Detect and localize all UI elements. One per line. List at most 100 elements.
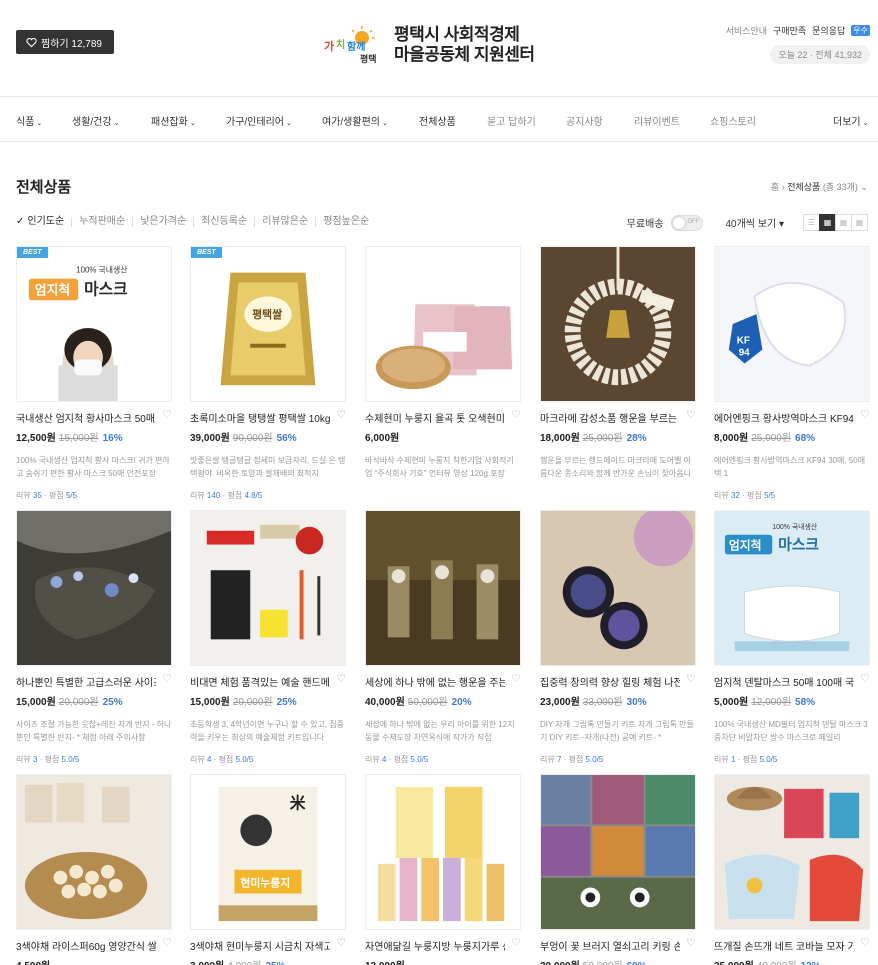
- product-thumbnail[interactable]: [365, 510, 521, 666]
- list-view-icon[interactable]: ☰: [803, 214, 820, 231]
- sort-rating[interactable]: 평점높은순: [315, 217, 376, 227]
- sort-sales[interactable]: 누적판매순: [71, 217, 132, 227]
- product-name[interactable]: 엄지척 덴탈마스크 50매 100매 국내생산: [714, 674, 854, 689]
- product-card[interactable]: BEST 100% 국내생산엄지척 마스크국내생산 엄지척 황사마스크 50매 KF…: [16, 246, 172, 501]
- product-card[interactable]: 米 현미누룽지 3색야채 현미누룽지 시금치 자색고구마 당근 ♡ 3,000원4,00…: [190, 774, 346, 965]
- heart-icon[interactable]: ♡: [860, 410, 870, 425]
- product-card[interactable]: 3색야채 라이스퍼60g 영양간식 쌀과자 ♡ 4,500원: [16, 774, 172, 965]
- heart-icon[interactable]: ♡: [686, 938, 696, 953]
- product-thumbnail[interactable]: KF 94: [714, 246, 870, 402]
- product-thumbnail[interactable]: [540, 246, 696, 402]
- heart-icon[interactable]: ♡: [162, 674, 172, 689]
- product-name[interactable]: 자연애닮길 누룽지방 누룽지가루 선물세트: [365, 938, 505, 953]
- product-card[interactable]: 집중력 창의력 향상 힐링 체험 나전칠기 자개 ♡ 23,000원33,000원3…: [540, 510, 696, 765]
- nav-item-leisure[interactable]: 여가/생활편의 ⌄: [322, 113, 388, 128]
- nav-item-furniture[interactable]: 가구/인테리어 ⌄: [226, 113, 292, 128]
- product-price: 23,000원: [540, 697, 580, 708]
- favorite-button[interactable]: 찜하기 12,789: [16, 30, 114, 54]
- heart-icon[interactable]: ♡: [686, 674, 696, 689]
- nav-item-notice[interactable]: 공지사항: [566, 113, 603, 128]
- product-name[interactable]: 국내생산 엄지척 황사마스크 50매 KF80: [16, 410, 156, 425]
- product-thumbnail[interactable]: [16, 510, 172, 666]
- store-logo[interactable]: 가 치 함께 평택 평택시 사회적경제 마을공동체 지원센터: [322, 24, 535, 66]
- product-name[interactable]: 에어엔핑크 황사방역마스크 KF94 30매: [714, 410, 854, 425]
- product-card[interactable]: 비대면 체험 품격있는 예술 핸드메이드 도장 ♡ 15,000원20,000원25…: [190, 510, 346, 765]
- product-name[interactable]: 마크라메 감성소품 행운을 부르는 종: [540, 410, 680, 425]
- service-link[interactable]: 서비스안내: [726, 24, 767, 37]
- product-card[interactable]: 100% 국내생산엄지척 마스크엄지척 덴탈마스크 50매 100매 국내생산 ♡ 5…: [714, 510, 870, 765]
- review-count: 140: [206, 491, 221, 500]
- product-thumbnail[interactable]: [714, 774, 870, 930]
- review-count: 4: [381, 755, 387, 764]
- heart-icon[interactable]: ♡: [336, 674, 346, 689]
- satisfaction-link[interactable]: 구매만족: [773, 24, 806, 37]
- per-page-select[interactable]: 40개씩 보기 ▾: [725, 215, 784, 230]
- heart-icon[interactable]: ♡: [511, 674, 521, 689]
- product-thumbnail[interactable]: [540, 774, 696, 930]
- product-card[interactable]: 세상에 하나 밖에 없는 행운을 주는 도장 ♡ 40,000원50,000원20%…: [365, 510, 521, 765]
- sort-low-price[interactable]: 낮은가격순: [132, 217, 193, 227]
- chevron-down-icon: ⌄: [36, 120, 43, 127]
- nav-item-all-products[interactable]: 전체상품: [419, 113, 456, 128]
- breadcrumb-home[interactable]: 홈: [771, 182, 779, 192]
- nav-item-living[interactable]: 생활/건강 ⌄: [72, 113, 119, 128]
- grid-2-view-icon[interactable]: ▦: [819, 214, 836, 231]
- grade-badge: 우수: [851, 25, 870, 36]
- product-card[interactable]: 자연애닮길 누룽지방 누룽지가루 선물세트 ♡ 12,000원: [365, 774, 521, 965]
- product-name[interactable]: 부엉이 꽃 브러지 열쇠고리 키링 손뜨개: [540, 938, 680, 953]
- nav-item-qna[interactable]: 묻고 답하기: [487, 113, 536, 128]
- product-price: 18,000원: [540, 433, 580, 444]
- heart-icon[interactable]: ♡: [860, 674, 870, 689]
- nav-item-fashion[interactable]: 패션잡화 ⌄: [151, 113, 196, 128]
- product-card[interactable]: 하나뿐인 특별한 고급스러운 사이즈 조절 반지 ♡ 15,000원20,000원2…: [16, 510, 172, 765]
- product-thumbnail[interactable]: [190, 510, 346, 666]
- product-thumbnail[interactable]: 100% 국내생산 엄지척 마스크: [714, 510, 870, 666]
- heart-icon[interactable]: ♡: [860, 938, 870, 953]
- product-thumbnail[interactable]: [16, 774, 172, 930]
- product-name[interactable]: 초록미소마을 탱탱쌀 평택쌀 10kg 2022년산: [190, 410, 330, 425]
- product-card[interactable]: KF94 에어엔핑크 황사방역마스크 KF94 30매 ♡ 8,000원25,000원…: [714, 246, 870, 501]
- nav-item-shopping-story[interactable]: 쇼핑스토리: [710, 113, 756, 128]
- best-badge: BEST: [191, 247, 222, 258]
- product-name[interactable]: 하나뿐인 특별한 고급스러운 사이즈 조절 반지: [16, 674, 156, 689]
- chevron-down-icon[interactable]: ⌄: [860, 182, 868, 192]
- product-thumbnail[interactable]: BEST 평택쌀: [190, 246, 346, 402]
- product-card[interactable]: 수제현미 누룽지 율곡 톳 오색현미 120g ♡ 6,000원바삭바삭 수제현미 …: [365, 246, 521, 480]
- product-name[interactable]: 뜨개질 손뜨개 네트 코바늘 모자 가방 세트: [714, 938, 854, 953]
- product-name[interactable]: 수제현미 누룽지 율곡 톳 오색현미 120g: [365, 410, 505, 425]
- grid-3-view-icon[interactable]: ▦: [835, 214, 852, 231]
- sort-reviews[interactable]: 리뷰많은순: [254, 217, 315, 227]
- heart-icon[interactable]: ♡: [511, 938, 521, 953]
- nav-item-review-event[interactable]: 리뷰이벤트: [634, 113, 680, 128]
- product-thumbnail[interactable]: [540, 510, 696, 666]
- heart-icon[interactable]: ♡: [336, 938, 346, 953]
- product-thumbnail[interactable]: [365, 774, 521, 930]
- category-nav: 식품 ⌄ 생활/건강 ⌄ 패션잡화 ⌄ 가구/인테리어 ⌄ 여가/생활편의 ⌄ 전체상품 …: [0, 96, 878, 142]
- nav-more[interactable]: 더보기 ⌄: [833, 113, 868, 128]
- free-shipping-toggle[interactable]: OFF: [671, 214, 704, 231]
- heart-icon[interactable]: ♡: [686, 410, 696, 425]
- product-thumbnail[interactable]: BEST 100% 국내생산 엄지척 마스크: [16, 246, 172, 402]
- product-card[interactable]: 부엉이 꽃 브러지 열쇠고리 키링 손뜨개 ♡ 20,000원50,000원 60%: [540, 774, 696, 965]
- heart-icon[interactable]: ♡: [511, 410, 521, 425]
- grid-4-view-icon[interactable]: ▦: [851, 214, 868, 231]
- product-name[interactable]: 비대면 체험 품격있는 예술 핸드메이드 도장: [190, 674, 330, 689]
- inquiry-link[interactable]: 문의응답: [812, 24, 845, 37]
- product-name[interactable]: 3색야채 현미누룽지 시금치 자색고구마 당근: [190, 938, 330, 953]
- product-name[interactable]: 3색야채 라이스퍼60g 영양간식 쌀과자: [16, 938, 156, 953]
- nav-item-food[interactable]: 식품 ⌄: [16, 113, 42, 128]
- product-description: 사이즈 조절 가능한 웃찮+레진 자개 반지 - 하나뿐인 특별한 반지- * …: [16, 720, 172, 742]
- product-name[interactable]: 세상에 하나 밖에 없는 행운을 주는 도장: [365, 674, 505, 689]
- product-card[interactable]: 마크라메 감성소품 행운을 부르는 종 ♡ 18,000원 25,000원 28% 행운을…: [540, 246, 696, 480]
- product-thumbnail[interactable]: [365, 246, 521, 402]
- product-card[interactable]: BEST 평택쌀초록미소마을 탱탱쌀 평택쌀 10kg 2022년산 ♡ 39,000…: [190, 246, 346, 501]
- product-thumbnail[interactable]: 米 현미누룽지: [190, 774, 346, 930]
- review-count: 1: [730, 755, 736, 764]
- heart-icon[interactable]: ♡: [162, 410, 172, 425]
- heart-icon[interactable]: ♡: [336, 410, 346, 425]
- product-card[interactable]: 뜨개질 손뜨개 네트 코바늘 모자 가방 세트 ♡ 35,000원40,000원 12…: [714, 774, 870, 965]
- sort-popular[interactable]: ✓ 인기도순: [16, 217, 71, 227]
- sort-newest[interactable]: 최신등록순: [193, 217, 254, 227]
- product-name[interactable]: 집중력 창의력 향상 힐링 체험 나전칠기 자개: [540, 674, 680, 689]
- heart-icon[interactable]: ♡: [162, 938, 172, 953]
